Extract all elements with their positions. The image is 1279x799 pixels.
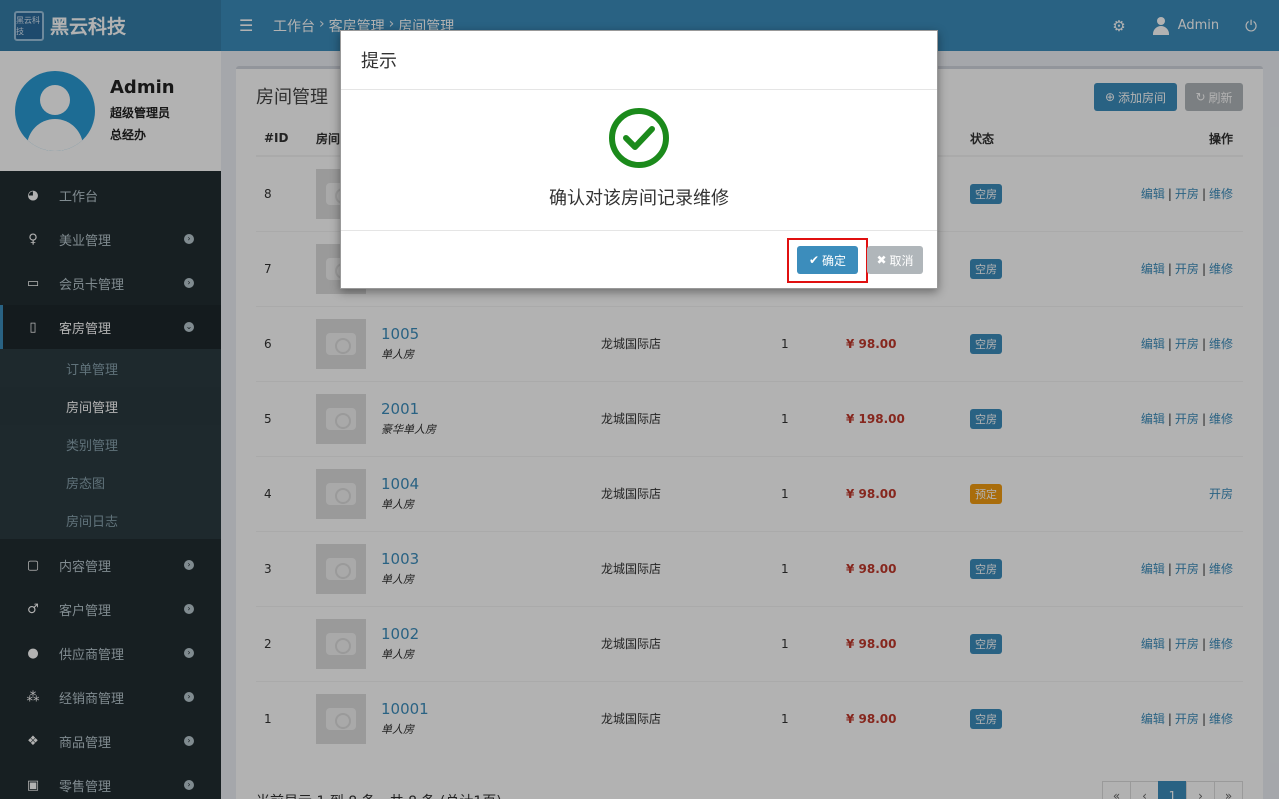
dialog-footer: ✔ 确定 ✖ 取消 [341, 231, 937, 289]
close-icon: ✖ [876, 253, 887, 267]
cancel-button[interactable]: ✖ 取消 [867, 246, 923, 274]
confirm-dialog: 提示 确认对该房间记录维修 ✔ 确定 ✖ 取消 [340, 30, 938, 289]
dialog-message: 确认对该房间记录维修 [549, 188, 729, 209]
confirm-button[interactable]: ✔ 确定 [797, 246, 858, 274]
confirm-label: 确定 [822, 253, 847, 268]
dialog-title: 提示 [341, 31, 937, 90]
cancel-label: 取消 [889, 253, 914, 268]
dialog-body: 确认对该房间记录维修 [341, 90, 937, 231]
check-circle-icon [609, 108, 669, 168]
check-icon: ✔ [808, 253, 820, 267]
